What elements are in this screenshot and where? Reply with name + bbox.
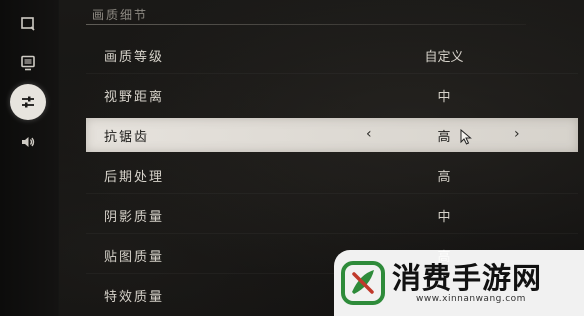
watermark-logo-icon	[341, 261, 385, 305]
setting-label: 视野距离	[104, 89, 165, 105]
nav-graphics-button[interactable]	[10, 84, 46, 120]
watermark-title: 消费手游网	[392, 261, 543, 295]
display-frame-icon	[21, 17, 35, 31]
setting-row-shadow-quality[interactable]: 阴影质量 中	[86, 198, 578, 232]
speaker-icon	[22, 137, 35, 147]
setting-row-quality-level[interactable]: 画质等级 自定义	[86, 38, 578, 72]
section-title: 画质细节	[92, 8, 149, 22]
watermark-badge: 消费手游网 www.xinnanwang.com	[334, 250, 584, 316]
chevron-left-icon[interactable]: ‹	[366, 126, 372, 142]
monitor-icon	[21, 55, 35, 71]
nav-monitor-button[interactable]	[10, 45, 46, 81]
row-divider	[86, 233, 578, 234]
chevron-right-icon[interactable]: ›	[514, 126, 520, 142]
setting-label: 贴图质量	[104, 249, 165, 265]
setting-row-post-processing[interactable]: 后期处理 高	[86, 158, 578, 192]
sliders-icon	[22, 96, 34, 108]
nav-audio-button[interactable]	[10, 124, 46, 160]
setting-row-anti-aliasing[interactable]: 抗锯齿 ‹ 高 ›	[86, 118, 578, 152]
watermark-url: www.xinnanwang.com	[416, 294, 526, 304]
setting-label: 特效质量	[104, 289, 165, 305]
setting-label: 阴影质量	[104, 209, 165, 225]
row-divider	[86, 193, 578, 194]
settings-nav-rail	[0, 0, 59, 316]
mouse-pointer-icon	[460, 129, 472, 145]
section-divider	[86, 24, 526, 25]
setting-label: 画质等级	[104, 49, 165, 65]
setting-label: 后期处理	[104, 169, 165, 185]
nav-display-button[interactable]	[10, 6, 46, 42]
setting-row-view-distance[interactable]: 视野距离 中	[86, 78, 578, 112]
row-divider	[86, 73, 578, 74]
setting-label: 抗锯齿	[104, 129, 150, 145]
